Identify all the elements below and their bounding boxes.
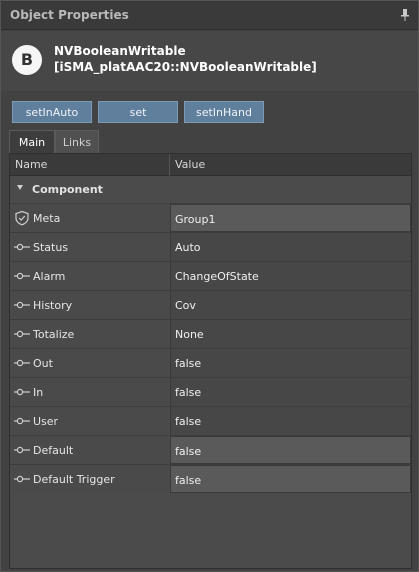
property-name-cell: In bbox=[10, 378, 169, 406]
object-name: NVBooleanWritable [iSMA_platAAC20::NVBoo… bbox=[54, 43, 317, 75]
property-row-alarm[interactable]: Alarm ChangeOfState bbox=[10, 261, 411, 290]
property-name-cell: Totalize bbox=[10, 320, 169, 348]
grid-header: Name Value bbox=[10, 154, 411, 176]
slot-icon bbox=[14, 417, 30, 425]
property-value: false bbox=[175, 386, 202, 399]
property-value: Cov bbox=[175, 299, 196, 312]
slot-icon bbox=[14, 243, 30, 251]
shield-icon bbox=[15, 210, 29, 226]
property-value: Auto bbox=[175, 241, 201, 254]
boolean-type-badge: B bbox=[12, 45, 42, 75]
slot-icon bbox=[14, 330, 30, 338]
property-row-status[interactable]: Status Auto bbox=[10, 232, 411, 261]
column-header-name[interactable]: Name bbox=[15, 158, 47, 171]
panel-titlebar: Object Properties bbox=[1, 1, 418, 30]
panel-title: Object Properties bbox=[10, 8, 129, 22]
property-name: Alarm bbox=[33, 270, 66, 283]
property-value: ChangeOfState bbox=[175, 270, 259, 283]
caret-down-icon[interactable] bbox=[17, 185, 23, 190]
property-row-user[interactable]: User false bbox=[10, 406, 411, 435]
property-name-cell: Default bbox=[10, 436, 169, 464]
property-name-cell: History bbox=[10, 291, 169, 319]
property-value-field[interactable]: false bbox=[170, 465, 411, 493]
property-name-cell: Alarm bbox=[10, 262, 169, 290]
section-label: Component bbox=[32, 183, 103, 196]
property-row-meta[interactable]: Meta Group1 bbox=[10, 203, 411, 232]
property-name: History bbox=[33, 299, 73, 312]
set-button[interactable]: set bbox=[98, 101, 178, 123]
slot-icon bbox=[14, 301, 30, 309]
property-name-cell: Status bbox=[10, 233, 169, 261]
property-value: false bbox=[175, 445, 202, 458]
object-header: B NVBooleanWritable [iSMA_platAAC20::NVB… bbox=[1, 31, 418, 91]
pin-icon[interactable] bbox=[400, 9, 410, 21]
property-name: Out bbox=[33, 357, 53, 370]
tab-main[interactable]: Main bbox=[9, 130, 55, 154]
set-in-auto-button[interactable]: setInAuto bbox=[12, 101, 92, 123]
slot-icon bbox=[14, 359, 30, 367]
property-grid: Name Value Component Meta Group1 Status … bbox=[9, 153, 412, 569]
property-name: Totalize bbox=[33, 328, 75, 341]
property-value-field[interactable]: false bbox=[170, 378, 411, 406]
section-component[interactable]: Component bbox=[10, 176, 411, 203]
property-value-field[interactable]: Cov bbox=[170, 291, 411, 319]
property-value-field[interactable]: None bbox=[170, 320, 411, 348]
property-value-field[interactable]: false bbox=[170, 436, 411, 464]
property-name: Meta bbox=[33, 212, 61, 225]
object-properties-panel: Object Properties B NVBooleanWritable [i… bbox=[0, 0, 419, 572]
property-name-cell: Meta bbox=[10, 204, 169, 232]
slot-icon bbox=[14, 475, 30, 483]
property-value: Group1 bbox=[175, 213, 216, 226]
slot-icon bbox=[14, 388, 30, 396]
object-name-line2: [iSMA_platAAC20::NVBooleanWritable] bbox=[54, 60, 317, 74]
property-name: In bbox=[33, 386, 44, 399]
grid-empty-area bbox=[10, 496, 411, 568]
property-row-default[interactable]: Default false bbox=[10, 435, 411, 464]
property-value: None bbox=[175, 328, 204, 341]
property-name: Status bbox=[33, 241, 69, 254]
property-value-field[interactable]: Group1 bbox=[170, 204, 411, 232]
property-name: Default bbox=[33, 444, 74, 457]
property-row-totalize[interactable]: Totalize None bbox=[10, 319, 411, 348]
property-value-field[interactable]: false bbox=[170, 349, 411, 377]
property-row-history[interactable]: History Cov bbox=[10, 290, 411, 319]
property-value: false bbox=[175, 415, 202, 428]
object-name-line1: NVBooleanWritable bbox=[54, 44, 186, 58]
property-value: false bbox=[175, 474, 202, 487]
property-row-default-trigger[interactable]: Default Trigger false bbox=[10, 464, 411, 493]
property-name: Default Trigger bbox=[33, 473, 115, 486]
property-name-cell: User bbox=[10, 407, 169, 435]
slot-icon bbox=[14, 272, 30, 280]
tab-links[interactable]: Links bbox=[55, 130, 99, 154]
property-name-cell: Out bbox=[10, 349, 169, 377]
set-in-hand-button[interactable]: setInHand bbox=[184, 101, 264, 123]
column-divider[interactable] bbox=[169, 154, 170, 176]
property-value-field[interactable]: false bbox=[170, 407, 411, 435]
property-row-out[interactable]: Out false bbox=[10, 348, 411, 377]
column-header-value[interactable]: Value bbox=[175, 158, 205, 171]
property-name: User bbox=[33, 415, 59, 428]
property-value: false bbox=[175, 357, 202, 370]
property-row-in[interactable]: In false bbox=[10, 377, 411, 406]
property-name-cell: Default Trigger bbox=[10, 465, 169, 493]
slot-icon bbox=[14, 446, 30, 454]
property-value-field[interactable]: Auto bbox=[170, 233, 411, 261]
property-value-field[interactable]: ChangeOfState bbox=[170, 262, 411, 290]
